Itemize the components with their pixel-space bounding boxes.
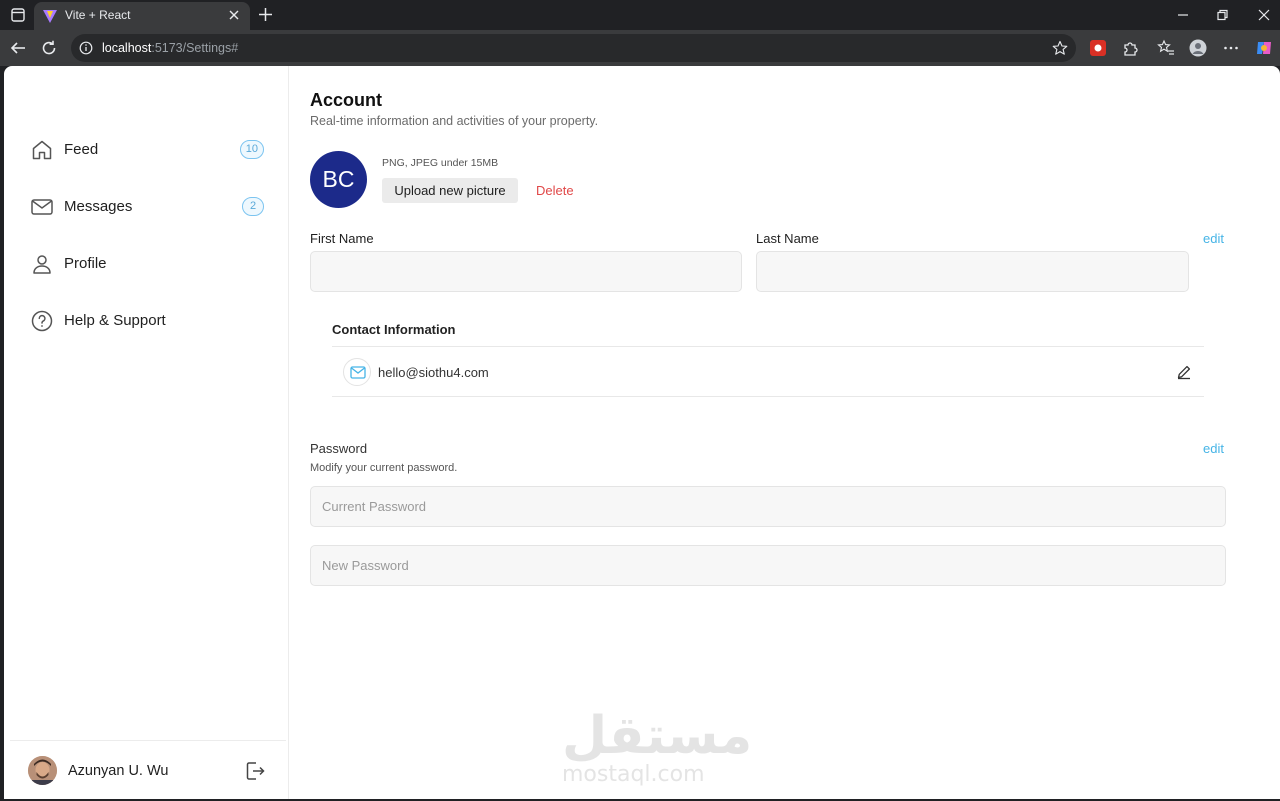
browser-tab-bar: Vite + React	[0, 0, 1280, 30]
page-subtitle: Real-time information and activities of …	[310, 114, 599, 128]
feed-count-badge: 10	[239, 140, 264, 159]
new-tab-icon[interactable]	[257, 6, 274, 23]
user-photo-icon	[28, 756, 57, 785]
sidebar-item-feed[interactable]: Feed 10	[28, 134, 264, 166]
tab-title: Vite + React	[65, 8, 131, 22]
first-name-label: First Name	[310, 231, 374, 246]
sidebar-item-profile[interactable]: Profile	[28, 248, 264, 280]
app-page: Feed 10 Messages 2 Profile Help & Suppor…	[4, 66, 1280, 799]
user-name: Azunyan U. Wu	[68, 763, 169, 779]
user-icon	[33, 255, 51, 274]
email-icon-badge	[343, 358, 371, 386]
favorite-star-icon[interactable]	[1052, 40, 1068, 56]
close-window-icon[interactable]	[1257, 8, 1271, 22]
sidebar-item-label: Messages	[64, 198, 133, 215]
sidebar: Feed 10 Messages 2 Profile Help & Suppor…	[4, 66, 289, 799]
contact-info-title: Contact Information	[332, 322, 456, 337]
url-host: localhost	[102, 41, 152, 55]
sidebar-item-messages[interactable]: Messages 2	[28, 191, 264, 223]
address-bar[interactable]: localhost:5173/Settings#	[71, 34, 1076, 62]
email-value: hello@siothu4.com	[378, 365, 489, 380]
close-tab-icon[interactable]	[227, 8, 241, 22]
email-icon	[350, 366, 366, 379]
sidebar-item-label: Feed	[64, 141, 99, 158]
edit-password-link[interactable]: edit	[1203, 441, 1224, 456]
browser-tab[interactable]: Vite + React	[34, 2, 250, 30]
edit-email-pencil-icon[interactable]	[1176, 364, 1192, 380]
user-avatar[interactable]	[28, 756, 57, 785]
reload-icon[interactable]	[40, 39, 58, 57]
restore-icon[interactable]	[1215, 8, 1229, 22]
copilot-icon[interactable]	[1255, 39, 1273, 57]
site-info-icon[interactable]	[79, 41, 93, 55]
browser-toolbar: localhost:5173/Settings#	[0, 30, 1280, 66]
mail-icon	[31, 199, 53, 215]
edit-name-link[interactable]: edit	[1203, 231, 1224, 246]
settings-content: Account Real-time information and activi…	[310, 66, 1260, 799]
url-path: :5173/Settings#	[151, 41, 239, 55]
first-name-input[interactable]	[310, 251, 742, 292]
vite-logo-icon	[43, 10, 57, 23]
back-arrow-icon[interactable]	[9, 39, 27, 57]
file-format-hint: PNG, JPEG under 15MB	[382, 157, 499, 169]
upload-picture-button[interactable]: Upload new picture	[382, 178, 518, 203]
sidebar-item-label: Profile	[64, 255, 107, 272]
home-icon	[32, 140, 52, 160]
messages-count-badge: 2	[242, 197, 264, 216]
extension-red-icon[interactable]	[1089, 39, 1107, 57]
profile-icon[interactable]	[1189, 39, 1207, 57]
extensions-puzzle-icon[interactable]	[1121, 39, 1139, 57]
sidebar-user-footer: Azunyan U. Wu	[10, 740, 286, 799]
help-icon	[31, 310, 53, 332]
password-section-title: Password	[310, 441, 368, 456]
minimize-icon[interactable]	[1176, 8, 1190, 22]
last-name-label: Last Name	[756, 231, 819, 246]
new-password-input[interactable]	[310, 545, 1226, 586]
contact-email-row: hello@siothu4.com	[332, 346, 1204, 397]
profile-avatar: BC	[310, 151, 367, 208]
page-title: Account	[310, 90, 382, 110]
sidebar-item-help-support[interactable]: Help & Support	[28, 305, 264, 337]
logout-icon[interactable]	[244, 760, 266, 782]
tab-actions-icon[interactable]	[10, 7, 26, 23]
url-text: localhost:5173/Settings#	[102, 41, 238, 55]
delete-picture-button[interactable]: Delete	[536, 183, 574, 198]
sidebar-item-label: Help & Support	[64, 312, 166, 329]
password-subtitle: Modify your current password.	[310, 462, 458, 474]
current-password-input[interactable]	[310, 486, 1226, 527]
last-name-input[interactable]	[756, 251, 1189, 292]
more-menu-icon[interactable]	[1222, 39, 1240, 57]
favorites-list-icon[interactable]	[1157, 39, 1175, 57]
